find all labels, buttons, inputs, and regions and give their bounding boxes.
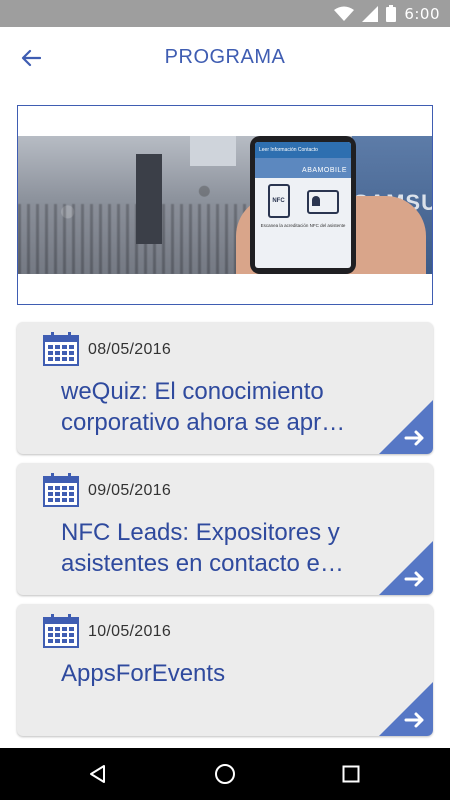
event-card[interactable]: 10/05/2016 AppsForEvents — [17, 604, 433, 736]
wifi-icon — [334, 6, 355, 21]
app-bar: PROGRAMA — [0, 27, 450, 87]
back-triangle-icon — [90, 765, 105, 783]
event-date: 09/05/2016 — [88, 482, 172, 499]
phone-illustration: Leer Información Contacto ABAMOBILE NFC … — [250, 136, 356, 274]
nav-home-button[interactable] — [210, 760, 240, 788]
event-date: 10/05/2016 — [88, 623, 172, 640]
nav-recents-button[interactable] — [336, 760, 366, 788]
booth-shape — [190, 136, 236, 166]
phone-screen: Leer Información Contacto ABAMOBILE NFC … — [255, 142, 351, 268]
status-bar: 6:00 — [0, 0, 450, 27]
status-icons: 6:00 — [334, 0, 440, 27]
calendar-icon — [43, 332, 79, 366]
event-date: 08/05/2016 — [88, 341, 172, 358]
open-event-button[interactable] — [379, 400, 433, 454]
cell-signal-icon — [362, 5, 379, 22]
open-event-button[interactable] — [379, 682, 433, 736]
event-title-line: asistentes en contacto e… — [61, 550, 344, 577]
home-circle-icon — [215, 764, 235, 784]
event-title-line: weQuiz: El conocimiento — [61, 378, 324, 405]
open-event-button[interactable] — [379, 541, 433, 595]
nfc-phone-icon: NFC — [267, 184, 290, 218]
phone-caption: Escanea la acreditación NFC del asistent… — [260, 223, 346, 228]
phone-icons: NFC — [255, 178, 351, 218]
id-card-icon — [306, 190, 339, 214]
system-nav-bar — [0, 748, 450, 800]
event-title-line: corporativo ahora se apr… — [61, 409, 346, 436]
banner-image: SAMSU Leer Información Contacto ABAMOBIL… — [17, 105, 433, 305]
pillar-shape — [136, 154, 162, 244]
event-card[interactable]: 08/05/2016 weQuiz: El conocimiento corpo… — [17, 322, 433, 454]
event-card[interactable]: 09/05/2016 NFC Leads: Expositores y asis… — [17, 463, 433, 595]
event-title-line: AppsForEvents — [61, 660, 226, 687]
event-title: weQuiz: El conocimiento corporativo ahor… — [61, 376, 391, 438]
status-time: 6:00 — [404, 4, 440, 23]
banner-photo: SAMSU Leer Información Contacto ABAMOBIL… — [18, 136, 432, 274]
recents-square-icon — [342, 765, 360, 783]
event-title: NFC Leads: Expositores y asistentes en c… — [61, 517, 391, 579]
event-title: AppsForEvents — [61, 658, 391, 689]
page-title: PROGRAMA — [164, 46, 286, 68]
nav-back-button[interactable] — [83, 760, 113, 788]
event-title-line: NFC Leads: Expositores y — [61, 519, 340, 546]
battery-icon — [386, 5, 397, 22]
calendar-icon — [43, 614, 79, 648]
phone-toolbar: Leer Información Contacto — [255, 142, 351, 158]
phone-brand: ABAMOBILE — [255, 158, 351, 178]
calendar-icon — [43, 473, 79, 507]
